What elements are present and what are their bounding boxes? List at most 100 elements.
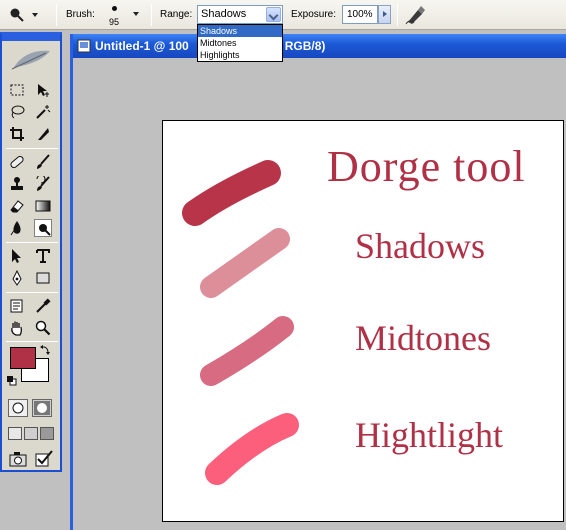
magic-wand-tool[interactable]: [34, 103, 52, 121]
pen-tool[interactable]: [8, 269, 26, 287]
chevron-down-icon: [32, 13, 38, 17]
document-titlebar[interactable]: Untitled-1 @ 100 RGB/8): [73, 34, 566, 58]
brush-picker[interactable]: 95: [103, 2, 141, 28]
lasso-icon: [11, 105, 25, 119]
quick-mask-icon: [34, 401, 50, 415]
label-highlight: Hightlight: [355, 415, 504, 455]
healing-brush-tool[interactable]: [8, 153, 26, 171]
gradient-tool[interactable]: [34, 197, 52, 215]
path-selection-tool[interactable]: [8, 247, 26, 265]
range-value: Shadows: [201, 8, 247, 20]
airbrush-icon: [405, 6, 425, 25]
brush-label: Brush:: [66, 9, 95, 20]
default-colors-icon[interactable]: [7, 376, 17, 386]
options-bar: Brush: 95 Range: Shadows Shadows Midtone…: [0, 0, 566, 62]
slice-icon: [38, 128, 49, 140]
brush-tool[interactable]: [34, 153, 52, 171]
range-select[interactable]: Shadows: [197, 5, 283, 24]
standard-screen-mode-button[interactable]: [8, 427, 22, 440]
dodge-stroke-shadows: [200, 228, 290, 298]
clone-stamp-tool[interactable]: [8, 175, 26, 193]
separator: [56, 4, 57, 26]
label-midtones: Midtones: [355, 318, 492, 358]
jump-to-imageready-button[interactable]: [8, 450, 30, 468]
image-canvas[interactable]: Dorge tool Shadows Midtones Hightlight: [162, 120, 564, 522]
marquee-tool[interactable]: [8, 81, 26, 99]
crop-tool[interactable]: [8, 125, 26, 143]
crop-icon: [10, 127, 24, 141]
foreground-color-swatch[interactable]: [10, 347, 36, 369]
tool-row: [8, 125, 58, 143]
magic-wand-icon: [36, 105, 51, 119]
pen-icon: [12, 270, 22, 286]
tool-row: [8, 197, 58, 215]
exposure-slider-button[interactable]: [378, 5, 391, 24]
eraser-tool[interactable]: [8, 197, 26, 215]
magnifier-icon: [35, 320, 51, 336]
full-screen-mode-button[interactable]: [40, 427, 54, 440]
swap-colors-icon[interactable]: [40, 345, 50, 355]
notes-tool[interactable]: [8, 297, 26, 315]
brush-tip-icon: [112, 6, 117, 11]
range-option-highlights[interactable]: Highlights: [198, 49, 282, 61]
history-brush-icon: [36, 176, 50, 191]
tool-row: [8, 81, 58, 99]
slice-tool[interactable]: [34, 125, 52, 143]
dodge-stroke-original: [182, 160, 281, 226]
tool-group-divider: [6, 148, 58, 149]
quick-mask-button[interactable]: [32, 399, 52, 417]
camera-icon: [9, 452, 27, 467]
toolbox: [0, 32, 62, 472]
shape-tool[interactable]: [34, 269, 52, 287]
eyedropper-icon: [36, 298, 51, 313]
document-window: Untitled-1 @ 100 RGB/8) Dorge tool Shadow…: [70, 34, 566, 530]
checkbox-brush-icon: [35, 450, 53, 467]
blur-tool[interactable]: [8, 219, 26, 237]
hand-tool[interactable]: [8, 319, 26, 337]
dodge-tool[interactable]: [34, 219, 52, 237]
dropdown-arrow-icon[interactable]: [266, 7, 281, 22]
brush-icon: [37, 154, 50, 169]
rectangle-icon: [36, 272, 50, 284]
tool-row: [8, 319, 58, 337]
toolbox-titlebar[interactable]: [2, 35, 60, 41]
full-screen-menu-mode-button[interactable]: [24, 427, 38, 440]
brush-size: 95: [109, 17, 120, 27]
tool-row: [8, 247, 58, 265]
dodge-stroke-highlights: [205, 413, 299, 485]
move-tool[interactable]: [34, 81, 52, 99]
range-option-shadows[interactable]: Shadows: [198, 25, 282, 37]
eyedropper-tool[interactable]: [34, 297, 52, 315]
type-tool[interactable]: [34, 247, 52, 265]
history-brush-tool[interactable]: [34, 175, 52, 193]
tool-row: [8, 269, 58, 287]
move-icon: [38, 84, 49, 97]
canvas-heading: Dorge tool: [327, 142, 526, 191]
range-dropdown-list: Shadows Midtones Highlights: [197, 24, 283, 62]
lasso-tool[interactable]: [8, 103, 26, 121]
marquee-icon: [10, 84, 24, 96]
eraser-icon: [10, 200, 24, 213]
range-label: Range:: [160, 9, 193, 20]
exposure-label: Exposure:: [291, 9, 337, 20]
feather-logo-icon[interactable]: [6, 47, 56, 71]
airbrush-button[interactable]: [404, 4, 428, 26]
standard-mode-button[interactable]: [8, 399, 28, 417]
note-icon: [10, 299, 23, 313]
hand-icon: [11, 321, 22, 336]
imageready-button[interactable]: [34, 450, 54, 468]
bandage-icon: [10, 155, 24, 169]
tool-preset-picker[interactable]: [4, 4, 48, 26]
dodge-icon: [39, 224, 51, 236]
tool-group-divider: [6, 242, 58, 243]
gradient-icon: [35, 200, 51, 212]
type-icon: [36, 249, 50, 263]
exposure-input[interactable]: 100%: [342, 5, 378, 24]
chevron-down-icon: [133, 12, 139, 16]
document-title-text: Untitled-1 @ 100: [95, 39, 189, 53]
stamp-icon: [11, 177, 23, 190]
zoom-tool[interactable]: [34, 319, 52, 337]
tool-row: [8, 103, 58, 121]
separator: [151, 4, 152, 26]
range-option-midtones[interactable]: Midtones: [198, 37, 282, 49]
